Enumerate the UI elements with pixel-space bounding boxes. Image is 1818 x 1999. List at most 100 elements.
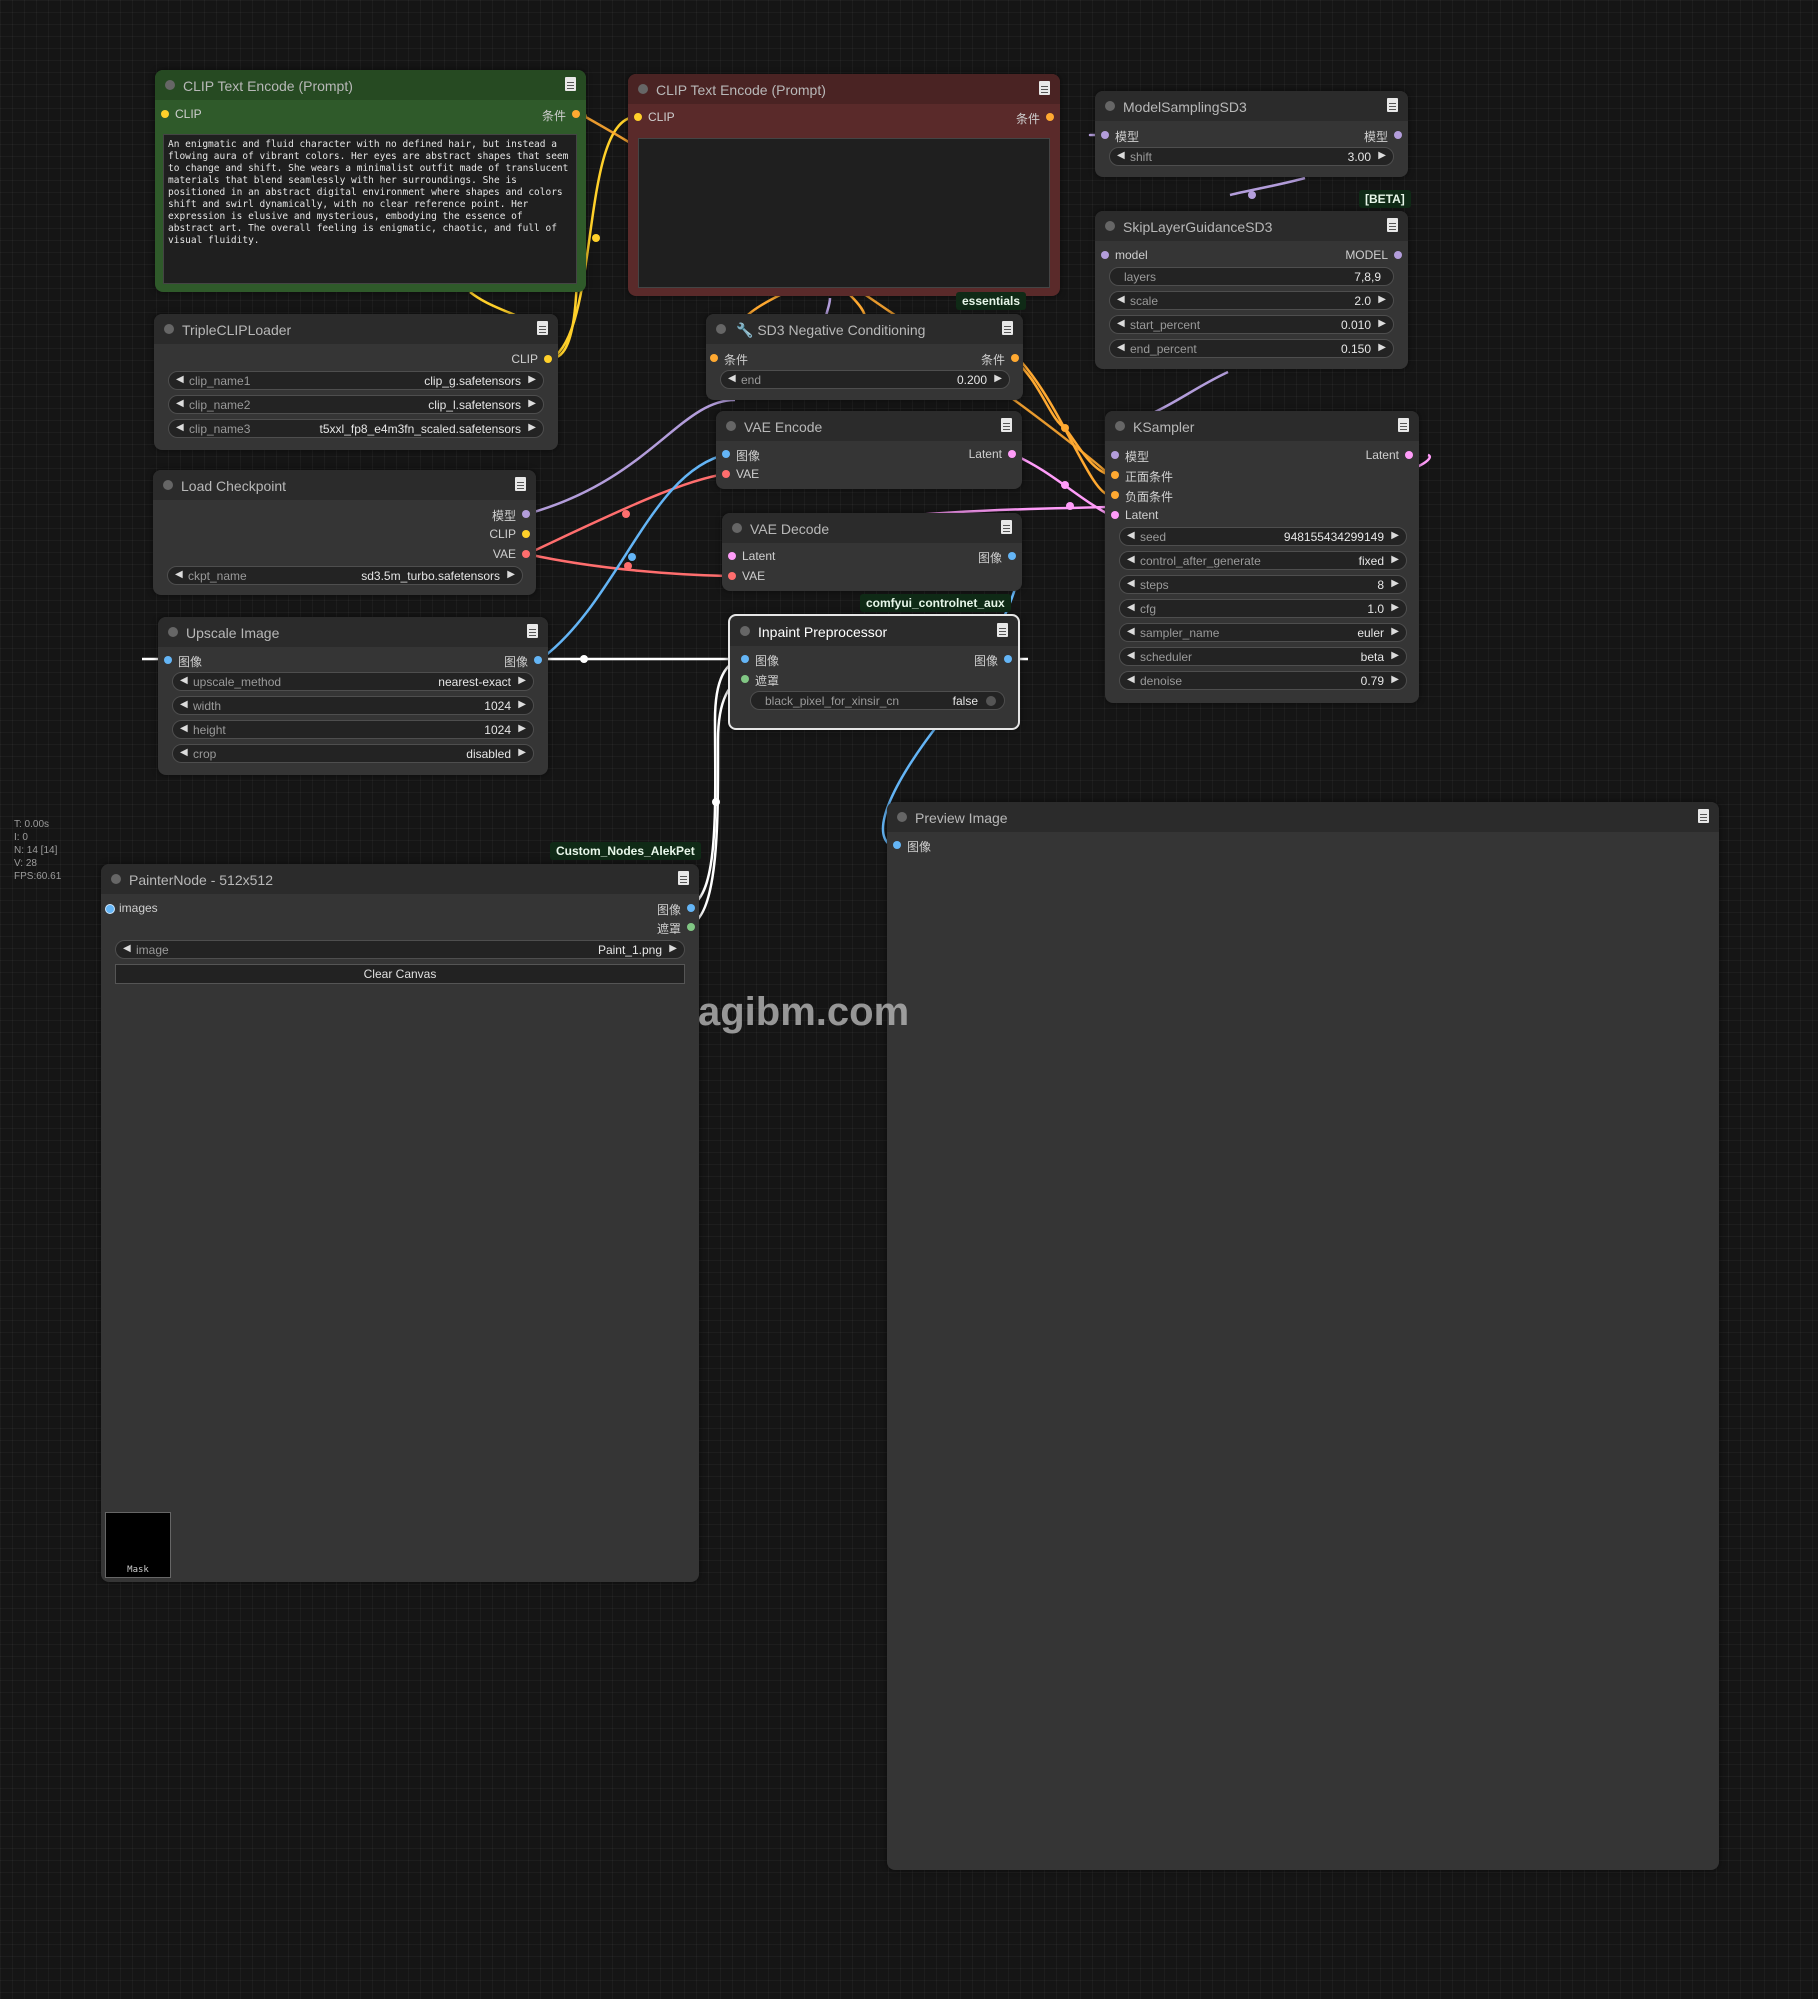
widget-sampler-name[interactable]: ◀ sampler_name euler ▶ (1119, 623, 1407, 642)
input-images[interactable]: images (105, 901, 158, 915)
node-header[interactable]: VAE Encode (716, 411, 1022, 441)
pin[interactable] (1111, 471, 1119, 479)
pin[interactable] (1101, 131, 1109, 139)
arrow-left-icon[interactable]: ◀ (1117, 342, 1125, 353)
pin[interactable] (1008, 450, 1016, 458)
node-vae-encode[interactable]: VAE Encode 图像 VAE Latent (716, 411, 1022, 489)
pin[interactable] (1101, 251, 1109, 259)
arrow-left-icon[interactable]: ◀ (1127, 554, 1135, 565)
pin[interactable] (1111, 511, 1119, 519)
input-mask[interactable]: 遮罩 (741, 672, 779, 689)
arrow-right-icon[interactable]: ▶ (528, 422, 536, 433)
output-clip[interactable]: CLIP (489, 527, 530, 541)
output-conditioning[interactable]: 条件 (1016, 110, 1054, 127)
widget-cfg[interactable]: ◀ cfg 1.0 ▶ (1119, 599, 1407, 618)
widget-clip-name3[interactable]: ◀ clip_name3 t5xxl_fp8_e4m3fn_scaled.safet… (168, 419, 544, 438)
arrow-right-icon[interactable]: ▶ (507, 569, 515, 580)
input-positive[interactable]: 正面条件 (1111, 468, 1173, 485)
arrow-right-icon[interactable]: ▶ (528, 374, 536, 385)
widget-start-percent[interactable]: ◀ start_percent 0.010 ▶ (1109, 315, 1394, 334)
pin[interactable] (722, 470, 730, 478)
widget-crop[interactable]: ◀ crop disabled ▶ (172, 744, 534, 763)
node-skip-layer-guidance[interactable]: SkipLayerGuidanceSD3 model MODEL layers 7… (1095, 211, 1408, 369)
node-header[interactable]: Inpaint Preprocessor (730, 616, 1018, 646)
arrow-left-icon[interactable]: ◀ (1117, 318, 1125, 329)
prompt-textarea[interactable] (638, 138, 1050, 288)
pin[interactable] (1111, 491, 1119, 499)
widget-image[interactable]: ◀ image Paint_1.png ▶ (115, 940, 685, 959)
arrow-right-icon[interactable]: ▶ (518, 723, 526, 734)
widget-clip-name2[interactable]: ◀ clip_name2 clip_l.safetensors ▶ (168, 395, 544, 414)
arrow-left-icon[interactable]: ◀ (1127, 674, 1135, 685)
input-clip[interactable]: CLIP (634, 110, 675, 124)
pin[interactable] (1011, 354, 1019, 362)
output-vae[interactable]: VAE (493, 547, 530, 561)
node-ksampler[interactable]: KSampler 模型 正面条件 负面条件 Latent Latent ◀ see… (1105, 411, 1419, 703)
document-icon[interactable] (1001, 418, 1012, 432)
pin[interactable] (710, 354, 718, 362)
output-model[interactable]: MODEL (1345, 248, 1402, 262)
pin[interactable] (728, 552, 736, 560)
pin[interactable] (105, 904, 115, 914)
arrow-right-icon[interactable]: ▶ (518, 747, 526, 758)
node-header[interactable]: CLIP Text Encode (Prompt) (155, 70, 586, 100)
arrow-right-icon[interactable]: ▶ (1391, 674, 1399, 685)
output-model[interactable]: 模型 (1364, 128, 1402, 145)
document-icon[interactable] (537, 321, 548, 335)
pin[interactable] (522, 550, 530, 558)
arrow-left-icon[interactable]: ◀ (176, 398, 184, 409)
arrow-right-icon[interactable]: ▶ (1391, 626, 1399, 637)
widget-steps[interactable]: ◀ steps 8 ▶ (1119, 575, 1407, 594)
widget-denoise[interactable]: ◀ denoise 0.79 ▶ (1119, 671, 1407, 690)
pin[interactable] (728, 572, 736, 580)
arrow-left-icon[interactable]: ◀ (123, 943, 131, 954)
arrow-left-icon[interactable]: ◀ (1117, 150, 1125, 161)
pin[interactable] (164, 656, 172, 664)
toggle-knob[interactable] (986, 696, 996, 706)
document-icon[interactable] (1002, 321, 1013, 335)
arrow-left-icon[interactable]: ◀ (175, 569, 183, 580)
arrow-left-icon[interactable]: ◀ (180, 723, 188, 734)
output-model[interactable]: 模型 (492, 507, 530, 524)
arrow-left-icon[interactable]: ◀ (180, 747, 188, 758)
input-conditioning[interactable]: 条件 (710, 351, 748, 368)
arrow-right-icon[interactable]: ▶ (1391, 650, 1399, 661)
output-latent[interactable]: Latent (969, 447, 1016, 461)
widget-scheduler[interactable]: ◀ scheduler beta ▶ (1119, 647, 1407, 666)
prompt-textarea[interactable] (163, 134, 577, 284)
arrow-left-icon[interactable]: ◀ (180, 675, 188, 686)
arrow-right-icon[interactable]: ▶ (518, 699, 526, 710)
pin[interactable] (1004, 655, 1012, 663)
arrow-right-icon[interactable]: ▶ (1378, 342, 1386, 353)
arrow-left-icon[interactable]: ◀ (728, 373, 736, 384)
pin[interactable] (1394, 251, 1402, 259)
pin[interactable] (522, 510, 530, 518)
collapse-dot[interactable] (163, 480, 173, 490)
input-model[interactable]: 模型 (1111, 448, 1149, 465)
output-image[interactable]: 图像 (978, 549, 1016, 566)
arrow-right-icon[interactable]: ▶ (1378, 150, 1386, 161)
pin[interactable] (741, 675, 749, 683)
widget-end-percent[interactable]: ◀ end_percent 0.150 ▶ (1109, 339, 1394, 358)
node-painter[interactable]: PainterNode - 512x512 images 图像 遮罩 ◀ imag… (101, 864, 699, 1582)
arrow-left-icon[interactable]: ◀ (1127, 626, 1135, 637)
pin[interactable] (534, 656, 542, 664)
arrow-left-icon[interactable]: ◀ (176, 422, 184, 433)
document-icon[interactable] (678, 871, 689, 885)
input-latent[interactable]: Latent (1111, 508, 1158, 522)
collapse-dot[interactable] (732, 523, 742, 533)
arrow-right-icon[interactable]: ▶ (1391, 578, 1399, 589)
collapse-dot[interactable] (716, 324, 726, 334)
widget-width[interactable]: ◀ width 1024 ▶ (172, 696, 534, 715)
arrow-left-icon[interactable]: ◀ (1127, 602, 1135, 613)
pin[interactable] (687, 923, 695, 931)
input-image[interactable]: 图像 (741, 652, 779, 669)
input-image[interactable]: 图像 (893, 838, 931, 855)
arrow-right-icon[interactable]: ▶ (1391, 530, 1399, 541)
arrow-left-icon[interactable]: ◀ (1117, 294, 1125, 305)
input-model[interactable]: model (1101, 248, 1148, 262)
pin[interactable] (722, 450, 730, 458)
node-header[interactable]: SkipLayerGuidanceSD3 (1095, 211, 1408, 241)
node-header[interactable]: Load Checkpoint (153, 470, 536, 500)
widget-upscale-method[interactable]: ◀ upscale_method nearest-exact ▶ (172, 672, 534, 691)
